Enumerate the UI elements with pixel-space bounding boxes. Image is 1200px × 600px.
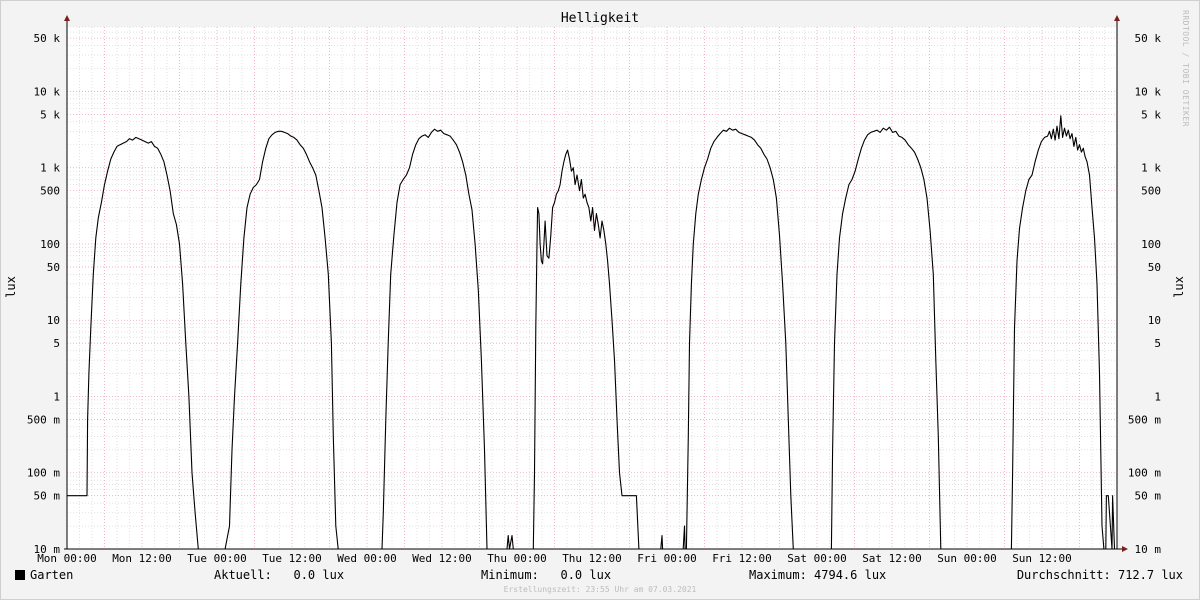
y-tick-label: 50 bbox=[47, 261, 60, 274]
y-tick-label: 5 bbox=[53, 337, 60, 350]
chart-plot: 10 m 10 m50 m 50 m100 m 100 m500 m 500 m1 15 5… bbox=[27, 15, 1162, 565]
y-tick-label-right: 500 m bbox=[1128, 413, 1161, 426]
y-tick-label-right: 100 bbox=[1141, 238, 1161, 251]
x-tick-label: Thu 12:00 bbox=[562, 552, 622, 565]
x-axis-arrow bbox=[1122, 546, 1128, 552]
y-tick-label-right: 1 k bbox=[1141, 162, 1161, 175]
y-axis-arrow-right bbox=[1114, 15, 1120, 21]
y-tick-label: 500 bbox=[40, 185, 60, 198]
y-axis-arrow-left bbox=[64, 15, 70, 21]
y-tick-label: 10 bbox=[47, 314, 60, 327]
y-tick-label-right: 1 bbox=[1154, 390, 1161, 403]
y-tick-label-right: 500 bbox=[1141, 185, 1161, 198]
y-tick-label: 10 k bbox=[34, 85, 61, 98]
x-tick-label: Tue 00:00 bbox=[187, 552, 247, 565]
x-tick-label: Wed 00:00 bbox=[337, 552, 397, 565]
generation-timestamp: Erstellungszeit: 23:55 Uhr am 07.03.2021 bbox=[503, 585, 697, 594]
legend-series-name: Garten bbox=[30, 568, 74, 582]
x-tick-label: Fri 00:00 bbox=[637, 552, 697, 565]
legend-swatch bbox=[15, 570, 25, 580]
x-tick-label: Sat 00:00 bbox=[787, 552, 847, 565]
y-tick-label-right: 5 bbox=[1154, 337, 1161, 350]
y-tick-label-right: 10 m bbox=[1135, 543, 1162, 556]
y-tick-label: 100 bbox=[40, 238, 60, 251]
y-tick-label: 1 bbox=[53, 390, 60, 403]
y-tick-label-right: 10 k bbox=[1135, 85, 1162, 98]
x-tick-label: Fri 12:00 bbox=[712, 552, 772, 565]
y-tick-label: 1 k bbox=[40, 162, 60, 175]
x-tick-label: Mon 00:00 bbox=[37, 552, 97, 565]
stat-average: Durchschnitt: 712.7 lux bbox=[1016, 568, 1183, 582]
y-tick-label-right: 50 k bbox=[1135, 32, 1162, 45]
stat-maximum: Maximum: 4794.6 lux bbox=[749, 568, 887, 582]
x-tick-label: Thu 00:00 bbox=[487, 552, 547, 565]
y-tick-label: 5 k bbox=[40, 108, 60, 121]
y-tick-label-right: 5 k bbox=[1141, 108, 1161, 121]
x-tick-label: Sun 00:00 bbox=[937, 552, 997, 565]
x-tick-label: Wed 12:00 bbox=[412, 552, 472, 565]
x-tick-label: Mon 12:00 bbox=[112, 552, 172, 565]
y-tick-label-right: 50 m bbox=[1135, 490, 1162, 503]
y-tick-label: 50 k bbox=[34, 32, 61, 45]
x-tick-label: Sat 12:00 bbox=[862, 552, 922, 565]
x-tick-label: Sun 12:00 bbox=[1012, 552, 1072, 565]
y-tick-label-right: 10 bbox=[1148, 314, 1161, 327]
y-tick-label-right: 50 bbox=[1148, 261, 1161, 274]
x-tick-label: Tue 12:00 bbox=[262, 552, 322, 565]
chart-root: Helligkeit lux lux RRDTOOL / TOBI OETIKE… bbox=[0, 0, 1200, 600]
y-tick-label: 500 m bbox=[27, 413, 60, 426]
y-tick-label: 50 m bbox=[34, 490, 61, 503]
y-tick-label: 100 m bbox=[27, 467, 60, 480]
stat-current: Aktuell: 0.0 lux bbox=[214, 568, 345, 582]
stat-minimum: Minimum: 0.0 lux bbox=[481, 568, 612, 582]
y-tick-label-right: 100 m bbox=[1128, 467, 1161, 480]
